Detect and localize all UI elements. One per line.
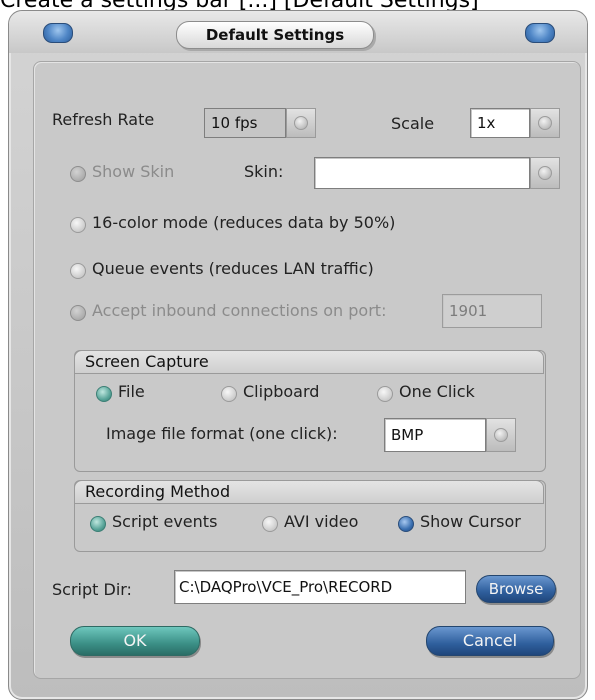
cancel-button[interactable]: Cancel (426, 626, 554, 656)
capture-file-radio[interactable] (96, 386, 112, 402)
image-format-label: Image file format (one click): (106, 424, 338, 443)
avi-video-label: AVI video (284, 512, 359, 531)
skin-label: Skin: (244, 162, 284, 181)
show-cursor-radio[interactable] (398, 516, 414, 532)
scale-dropdown-button[interactable] (530, 108, 560, 138)
image-format-dropdown-button[interactable] (486, 418, 516, 452)
title-bar: Default Settings (9, 11, 587, 53)
port-field[interactable]: 1901 (442, 294, 542, 328)
dropdown-knob-icon (294, 116, 308, 130)
recording-method-title: Recording Method (74, 480, 544, 504)
show-cursor-label: Show Cursor (420, 512, 521, 531)
scale-field[interactable]: 1x (470, 108, 530, 138)
image-format-field[interactable]: BMP (384, 418, 486, 452)
window-control-right-icon[interactable] (525, 23, 555, 43)
capture-clipboard-label: Clipboard (243, 382, 320, 401)
inbound-connections-label: Accept inbound connections on port: (92, 301, 387, 320)
script-dir-field[interactable]: C:\DAQPro\VCE_Pro\RECORD (174, 570, 466, 604)
window-title: Default Settings (176, 21, 374, 49)
inbound-connections-radio[interactable] (70, 305, 86, 321)
capture-file-label: File (118, 382, 145, 401)
script-events-radio[interactable] (90, 516, 106, 532)
capture-one-click-label: One Click (399, 382, 475, 401)
show-skin-radio[interactable] (70, 166, 86, 182)
queue-events-radio[interactable] (70, 263, 86, 279)
scale-label: Scale (391, 114, 435, 133)
skin-dropdown-button[interactable] (530, 157, 560, 189)
refresh-rate-dropdown-button[interactable] (286, 108, 316, 138)
queue-events-label: Queue events (reduces LAN traffic) (92, 259, 374, 278)
script-dir-label: Script Dir: (52, 580, 132, 599)
script-events-label: Script events (112, 512, 218, 531)
browse-button[interactable]: Browse (476, 575, 556, 603)
dropdown-knob-icon (494, 428, 508, 442)
dropdown-knob-icon (538, 166, 552, 180)
window-control-left-icon[interactable] (43, 23, 73, 43)
settings-window: Default Settings Refresh Rate 10 fps Sca… (8, 10, 588, 700)
color16-label: 16-color mode (reduces data by 50%) (92, 213, 396, 232)
show-skin-label: Show Skin (92, 162, 175, 181)
color16-radio[interactable] (70, 217, 86, 233)
settings-panel: Refresh Rate 10 fps Scale 1x Show Skin S… (33, 61, 581, 679)
skin-field[interactable] (314, 157, 530, 189)
capture-one-click-radio[interactable] (377, 386, 393, 402)
capture-clipboard-radio[interactable] (221, 386, 237, 402)
avi-video-radio[interactable] (262, 516, 278, 532)
ok-button[interactable]: OK (70, 626, 200, 656)
dropdown-knob-icon (538, 116, 552, 130)
refresh-rate-field[interactable]: 10 fps (204, 108, 286, 138)
refresh-rate-label: Refresh Rate (52, 110, 155, 129)
screen-capture-title: Screen Capture (74, 350, 544, 374)
